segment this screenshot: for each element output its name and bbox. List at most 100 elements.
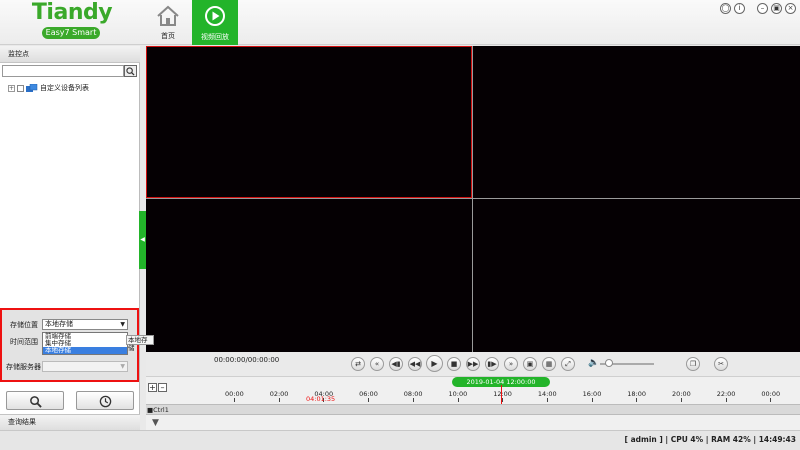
double-chevron-left-icon: «: [374, 360, 380, 368]
timeline-tick: [412, 398, 414, 402]
window-controls: ◯ i – ▣ ×: [720, 3, 796, 15]
search-button[interactable]: [124, 65, 137, 77]
playback-controls: 00:00:00/00:00:00 ⇄ « ◀▮ ◀◀ ▶ ■ ▶▶ ▮▶ » …: [146, 352, 800, 376]
copy-icon: ❐: [689, 360, 697, 368]
plus-icon: +: [149, 383, 156, 392]
clip-button[interactable]: ❐: [686, 357, 700, 371]
forward-button[interactable]: »: [504, 357, 518, 371]
timeline-tick: [234, 398, 235, 402]
playback-timecode: 00:00:00/00:00:00: [214, 356, 280, 364]
nav-home[interactable]: 首页: [148, 0, 188, 44]
timeline-tick: [457, 398, 459, 402]
timeline-tick: [368, 398, 370, 402]
search-records-button[interactable]: [6, 391, 64, 410]
timeline-tick-label: 10:00: [448, 390, 468, 398]
magnifier-icon: [29, 396, 42, 408]
storage-server-select[interactable]: ▼: [42, 361, 128, 372]
zoom-out-button[interactable]: –: [158, 383, 167, 392]
fast-forward-icon: ▶▶: [467, 360, 479, 368]
minimize-icon[interactable]: –: [757, 3, 768, 14]
timeline-tick: [502, 398, 504, 402]
storage-location-select[interactable]: 本地存储 ▼: [42, 319, 128, 330]
sync-play-button[interactable]: ⇄: [351, 357, 365, 371]
cut-button[interactable]: ✂: [714, 357, 728, 371]
time-search-button[interactable]: [76, 391, 134, 410]
play-icon: ▶: [431, 359, 438, 368]
timeline-tick-label: 14:00: [537, 390, 557, 398]
prev-frame-button[interactable]: ◀▮: [389, 357, 403, 371]
brand-logo: Tiandy Easy7 Smart: [26, 0, 118, 42]
restore-icon[interactable]: ▣: [771, 3, 782, 14]
option-tooltip: 本地存储: [126, 335, 154, 352]
timeline-tick-label: 06:00: [359, 390, 378, 398]
timeline-panel: + – 2019-01-04 12:00:00 00:00 02:00 04:00 0…: [146, 376, 800, 430]
stop-button[interactable]: ■: [447, 357, 461, 371]
lock-icon[interactable]: ◯: [720, 3, 731, 14]
nav-playback-label: 视频回放: [201, 33, 229, 41]
filter-icon[interactable]: ▼: [152, 418, 159, 428]
storage-location-value: 本地存储: [45, 320, 73, 328]
tree-checkbox[interactable]: [17, 84, 24, 92]
play-circle-icon: [205, 6, 225, 26]
nav-home-label: 首页: [161, 32, 175, 40]
timeline-tick: [278, 398, 280, 402]
minus-icon: –: [160, 383, 165, 392]
time-range-label: 时间范围: [10, 338, 38, 346]
video-window-4[interactable]: [473, 199, 800, 352]
query-results-header: 查询结果: [0, 414, 140, 430]
play-button[interactable]: ▶: [426, 355, 443, 372]
track-label: ■Ctrl1: [147, 406, 169, 414]
timeline-tick-label: 16:00: [582, 390, 602, 398]
timeline-tick-label: 02:00: [269, 390, 289, 398]
double-chevron-right-icon: »: [508, 360, 514, 368]
timeline-tick: [725, 398, 727, 402]
home-icon: [157, 5, 179, 26]
fullscreen-button[interactable]: ⤢: [561, 357, 575, 371]
timeline-tick-label: 08:00: [403, 390, 423, 398]
rewind-button[interactable]: «: [370, 357, 384, 371]
video-window-1[interactable]: [146, 46, 472, 198]
volume-slider-handle[interactable]: [605, 359, 613, 367]
logo-text: Tiandy: [31, 0, 113, 25]
timeline-tick: [591, 398, 593, 402]
expand-icon[interactable]: +: [8, 84, 15, 92]
nav-playback[interactable]: 视频回放: [192, 0, 238, 45]
snapshot-button[interactable]: ▣: [523, 357, 537, 371]
option-local-storage[interactable]: 本地存储: [43, 347, 127, 354]
info-icon[interactable]: i: [734, 3, 745, 14]
timeline-tick-label: 20:00: [672, 390, 691, 398]
fullscreen-icon: ⤢: [565, 360, 571, 368]
next-frame-button[interactable]: ▮▶: [485, 357, 499, 371]
tree-item-label: 自定义设备列表: [40, 84, 89, 92]
current-time-marker-label: 04:01:35: [306, 395, 336, 403]
timeline-tick-label: 00:00: [761, 390, 781, 398]
status-bar: [ admin ] | CPU 4% | RAM 42% | 14:49:43: [0, 430, 800, 450]
zoom-in-button[interactable]: +: [148, 383, 157, 392]
slow-button[interactable]: ◀◀: [408, 357, 422, 371]
storage-server-label: 存储服务器: [6, 363, 41, 371]
header-bar: Tiandy Easy7 Smart 首页 视频回放 ◯ i – ▣ ×: [0, 0, 800, 45]
timeline-tick-label: 12:00: [493, 390, 512, 398]
timeline-track[interactable]: ■Ctrl1: [146, 404, 800, 415]
clock-icon: [99, 395, 111, 408]
tree-item-custom-list[interactable]: + 自定义设备列表: [8, 83, 89, 93]
storage-dropdown-list: 前端存储 集中存储 本地存储: [42, 332, 128, 355]
fast-button[interactable]: ▶▶: [466, 357, 480, 371]
volume-icon[interactable]: 🔈: [588, 358, 599, 368]
timeline-tick: [770, 398, 772, 402]
step-forward-icon: ▮▶: [487, 360, 497, 368]
logo-subtitle: Easy7 Smart: [42, 27, 100, 39]
monitor-points-title: 监控点: [0, 46, 140, 63]
dropdown-arrow-icon: ▼: [120, 363, 125, 370]
video-window-2[interactable]: [473, 46, 800, 198]
storage-location-label: 存储位置: [10, 321, 38, 329]
timeline-tick-label: 18:00: [627, 390, 647, 398]
collapse-panel-toggle[interactable]: ◀: [139, 211, 146, 269]
step-back-icon: ◀▮: [391, 360, 401, 368]
search-icon: [126, 67, 135, 76]
video-window-3[interactable]: [146, 199, 472, 352]
timeline-tick: [636, 398, 638, 402]
device-search-input[interactable]: [2, 65, 124, 77]
close-icon[interactable]: ×: [785, 3, 796, 14]
layout-button[interactable]: ▦: [542, 357, 556, 371]
